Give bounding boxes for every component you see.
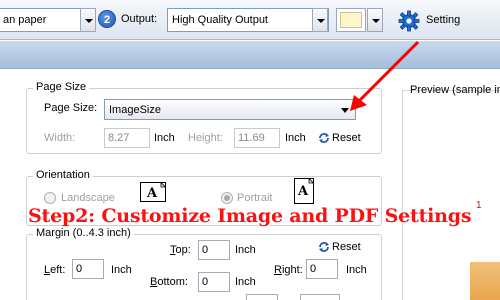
overlay-caption: Step2: Customize Image and PDF Settings — [28, 205, 472, 227]
red-arrow-icon — [350, 40, 420, 111]
